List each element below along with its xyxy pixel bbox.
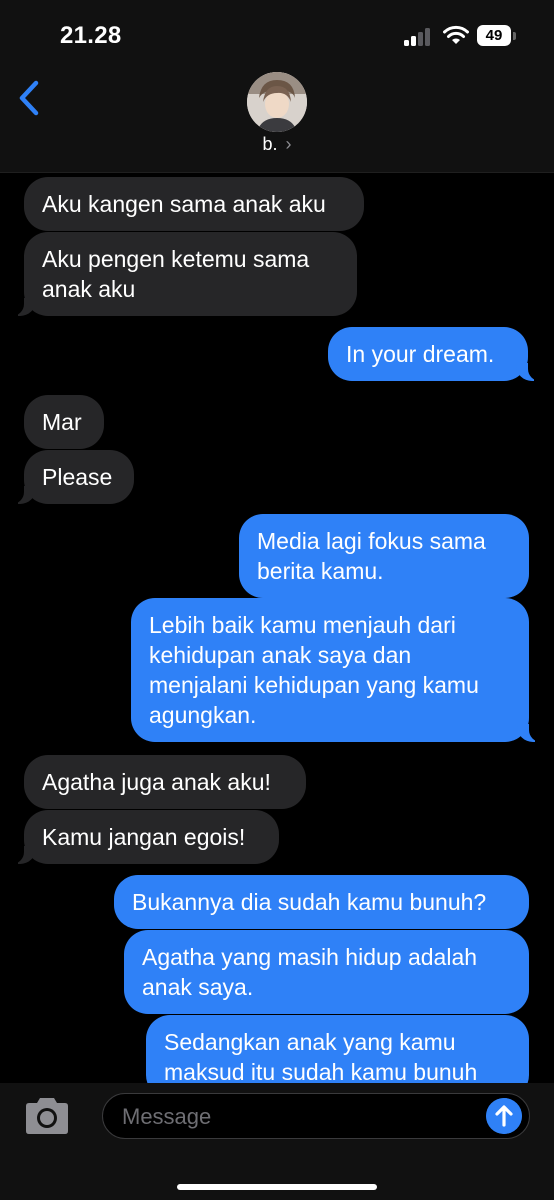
message-incoming[interactable]: Please	[12, 450, 134, 504]
chevron-left-icon[interactable]	[16, 80, 44, 116]
message-incoming[interactable]: Aku kangen sama anak aku	[24, 177, 364, 231]
message-outgoing[interactable]: Sedangkan anak yang kamu maksud itu suda…	[146, 1015, 529, 1083]
camera-icon[interactable]	[22, 1096, 72, 1136]
message-outgoing[interactable]: Lebih baik kamu menjauh dari kehidupan a…	[131, 598, 541, 742]
message-outgoing[interactable]: Media lagi fokus sama berita kamu.	[239, 514, 529, 598]
chevron-right-icon: ›	[285, 134, 292, 154]
message-outgoing[interactable]: Bukannya dia sudah kamu bunuh?	[114, 875, 529, 929]
message-thread: Aku kangen sama anak aku Aku pengen kete…	[0, 173, 554, 1083]
message-incoming[interactable]: Mar	[24, 395, 104, 449]
status-time: 21.28	[60, 22, 122, 49]
wifi-icon	[443, 25, 469, 44]
contact-name: b.	[262, 134, 278, 154]
message-incoming[interactable]: Kamu jangan egois!	[12, 810, 279, 864]
message-outgoing[interactable]: Agatha yang masih hidup adalah anak saya…	[124, 930, 529, 1014]
contact-avatar[interactable]	[247, 72, 307, 132]
battery-icon: 49	[477, 25, 511, 46]
message-placeholder: Message	[122, 1104, 212, 1129]
contact-title[interactable]: b. ›	[0, 134, 554, 155]
cellular-signal-icon	[404, 28, 434, 46]
home-indicator	[177, 1184, 377, 1190]
battery-tip	[513, 32, 516, 40]
message-outgoing[interactable]: In your dream.	[328, 327, 540, 381]
message-incoming[interactable]: Agatha juga anak aku!	[24, 755, 306, 809]
send-arrow-icon[interactable]	[486, 1098, 522, 1134]
message-incoming[interactable]: Aku pengen ketemu sama anak aku	[12, 232, 357, 316]
